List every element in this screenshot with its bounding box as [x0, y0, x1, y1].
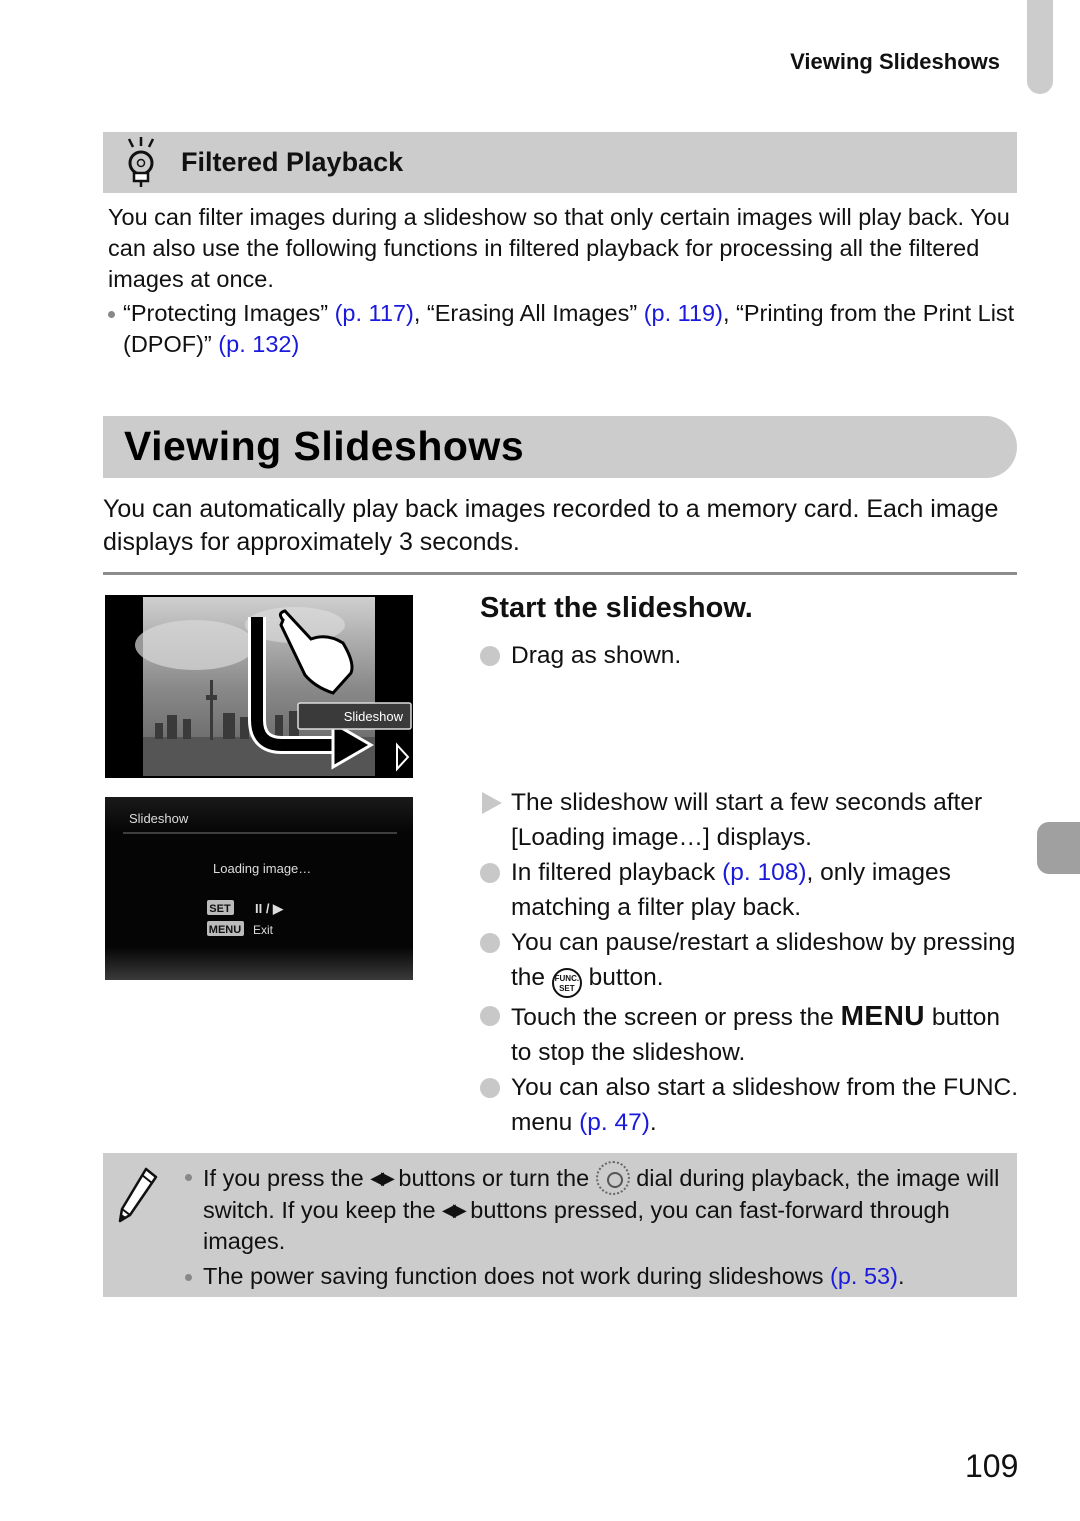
step-title: Start the slideshow.: [480, 592, 753, 624]
note-item: The power saving function does not work …: [185, 1261, 1005, 1292]
note-box: If you press the ◀▶ buttons or turn the …: [103, 1153, 1017, 1297]
link-p108[interactable]: (p. 108): [722, 859, 806, 886]
step-text: .: [649, 1109, 657, 1136]
set-label: SET: [559, 984, 575, 993]
triangle-bullet-icon: [482, 792, 502, 814]
step-item: Touch the screen or press the MENU butto…: [480, 998, 1020, 1070]
tip-paragraph: You can filter images during a slideshow…: [108, 204, 1010, 292]
bullet-text: , “Erasing All Images”: [413, 300, 644, 326]
link-p132[interactable]: (p. 132): [218, 331, 299, 357]
step-list-1: Drag as shown.: [480, 638, 1020, 673]
menu-button-icon: MENU: [840, 1000, 926, 1031]
left-right-buttons-icon: ◀▶: [442, 1200, 467, 1220]
step-item: In filtered playback (p. 108), only imag…: [480, 855, 1020, 925]
step-item: You can also start a slideshow from the …: [480, 1070, 1020, 1140]
note-item: If you press the ◀▶ buttons or turn the …: [185, 1161, 1005, 1257]
page-number: 109: [965, 1448, 1019, 1484]
section-title: Viewing Slideshows: [124, 423, 525, 469]
note-text: The power saving function does not work …: [203, 1263, 831, 1289]
step-item: The slideshow will start a few seconds a…: [480, 785, 1020, 855]
circle-bullet-icon: [480, 1006, 500, 1026]
step-text: Drag as shown.: [511, 642, 682, 669]
link-p119[interactable]: (p. 119): [644, 300, 723, 326]
note-text: .: [897, 1263, 905, 1289]
note-text: buttons or turn the: [391, 1165, 596, 1191]
running-header: Viewing Slideshows: [790, 49, 1000, 74]
control-dial-icon: [595, 1161, 630, 1195]
pencil-icon: [118, 1167, 158, 1223]
note-list: If you press the ◀▶ buttons or turn the …: [185, 1161, 1005, 1296]
circle-bullet-icon: [480, 646, 500, 666]
circle-bullet-icon: [480, 863, 500, 883]
circle-bullet-icon: [480, 933, 500, 953]
menu-key: MENU: [209, 924, 241, 936]
lightbulb-icon: [127, 136, 155, 187]
left-right-buttons-icon: ◀▶: [370, 1168, 395, 1188]
bullet-text: “Protecting Images”: [123, 300, 335, 326]
tip-bullet: “Protecting Images” (p. 117), “Erasing A…: [108, 298, 1018, 360]
link-p47[interactable]: (p. 47): [579, 1109, 650, 1136]
tip-title: Filtered Playback: [181, 147, 404, 177]
slideshow-button-label: Slideshow: [344, 709, 404, 724]
thumb-tab-top: [1027, 0, 1053, 94]
step-text: The slideshow will start a few seconds a…: [511, 789, 983, 851]
section-divider: [103, 572, 1017, 575]
chapter-thumb-tab: [1037, 822, 1080, 874]
drag-gesture-illustration: Slideshow: [135, 597, 412, 776]
link-p53[interactable]: (p. 53): [830, 1263, 898, 1289]
loading-text: Loading image…: [213, 861, 311, 876]
screen-drag-gesture: Slideshow: [105, 595, 413, 778]
circle-bullet-icon: [480, 1078, 500, 1098]
screen-loading: Slideshow Loading image… SET II / ▶ MENU…: [105, 797, 413, 980]
func-label: FUNC.: [554, 974, 580, 983]
step-text: In filtered playback: [511, 859, 723, 886]
step-list-2: The slideshow will start a few seconds a…: [480, 785, 1020, 1140]
func-set-button-icon: FUNC. SET: [551, 968, 582, 998]
pause-play-text: II / ▶: [255, 901, 284, 916]
screen-title: Slideshow: [129, 811, 189, 826]
set-key: SET: [209, 903, 231, 915]
step-text: button.: [581, 964, 664, 991]
tip-body: You can filter images during a slideshow…: [108, 202, 1018, 360]
step-text: Touch the screen or press the: [511, 1004, 841, 1031]
section-intro: You can automatically play back images r…: [103, 495, 999, 556]
step-item: Drag as shown.: [480, 638, 1020, 673]
step-item: You can pause/restart a slideshow by pre…: [480, 925, 1020, 998]
link-p117[interactable]: (p. 117): [335, 300, 414, 326]
note-text: If you press the: [203, 1165, 371, 1191]
loading-screen-illustration: Slideshow Loading image… SET II / ▶ MENU…: [105, 797, 413, 980]
exit-text: Exit: [253, 923, 274, 937]
tip-header-bar: Filtered Playback: [103, 132, 1017, 193]
